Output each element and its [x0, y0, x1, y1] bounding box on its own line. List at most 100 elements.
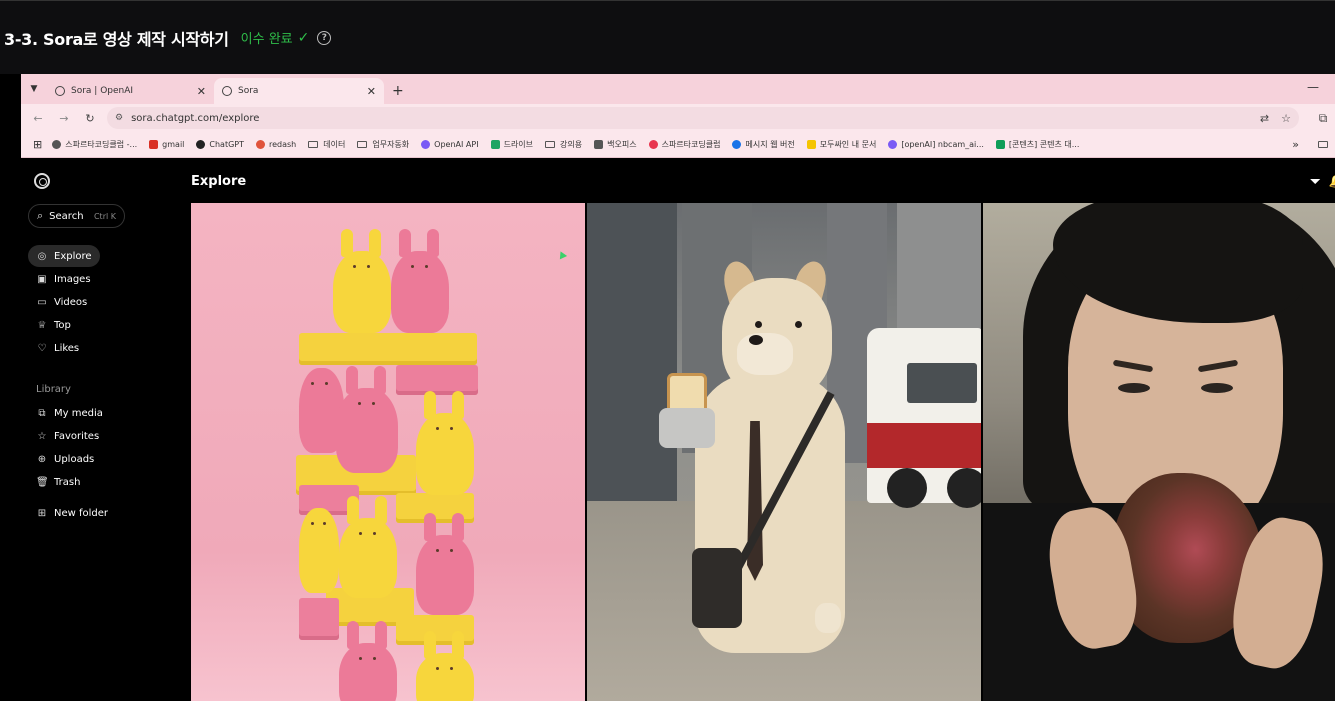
- tab-label: Sora: [238, 86, 259, 96]
- peep-pink: [416, 513, 474, 615]
- help-icon[interactable]: ?: [317, 30, 332, 45]
- bookmark-folder[interactable]: 강의용: [545, 139, 582, 150]
- sidebar-item-trash[interactable]: 🗑 Trash: [28, 471, 88, 493]
- bookmark-item[interactable]: 백오피스: [594, 139, 637, 150]
- filter-icon[interactable]: ⏷: [1310, 174, 1321, 190]
- bookmark-item[interactable]: 모두싸인 내 문서: [806, 139, 876, 150]
- reload-icon[interactable]: ↻: [81, 109, 99, 127]
- sidebar: ⌕ Search Ctrl K ◎ Explore ▣ Images ▭ Vid…: [21, 160, 191, 701]
- bookmark-item[interactable]: 스파르타코딩클럽: [648, 139, 720, 150]
- back-icon[interactable]: ←: [29, 109, 47, 127]
- bookmark-item[interactable]: OpenAI API: [421, 140, 479, 149]
- sidebar-item-images[interactable]: ▣ Images: [28, 268, 99, 290]
- search-button[interactable]: ⌕ Search Ctrl K: [28, 204, 125, 228]
- bookmark-star-icon[interactable]: ☆: [1281, 112, 1291, 125]
- peep-pink: [339, 621, 397, 701]
- page-title: Explore: [191, 174, 247, 189]
- close-tab-icon[interactable]: ✕: [367, 85, 376, 98]
- forward-icon[interactable]: →: [55, 109, 73, 127]
- sheets-icon: [995, 140, 1005, 149]
- tab-search-icon[interactable]: ▼: [21, 74, 47, 104]
- openai-icon: [421, 140, 431, 149]
- eye: [1118, 383, 1150, 393]
- more-bookmarks-icon[interactable]: »: [1292, 138, 1299, 151]
- peep-pink: [336, 366, 398, 473]
- drive-icon: [490, 140, 500, 149]
- close-tab-icon[interactable]: ✕: [197, 85, 206, 98]
- explore-grid: [191, 203, 1335, 701]
- bookmark-item[interactable]: 드라이브: [490, 139, 533, 150]
- url-text[interactable]: sora.chatgpt.com/explore: [131, 113, 1248, 124]
- sidebar-item-label: Videos: [54, 296, 88, 308]
- sidebar-item-my-media[interactable]: ⧉ My media: [28, 402, 111, 424]
- sidebar-item-label: Explore: [54, 250, 92, 262]
- image-icon: ▣: [37, 273, 47, 285]
- new-folder-label: New folder: [54, 507, 109, 519]
- translate-icon[interactable]: ⇄: [1260, 112, 1269, 125]
- completion-status: 이수 완료 ✓: [240, 28, 310, 48]
- sidebar-item-label: Uploads: [54, 453, 95, 465]
- tab-strip: ▼ Sora | OpenAI ✕ Sora ✕ + —: [21, 74, 1335, 104]
- bookmark-item[interactable]: redash: [256, 140, 296, 149]
- folder-icon: [357, 141, 368, 148]
- dog-eye: [795, 321, 802, 328]
- bookmark-folder[interactable]: 데이터: [308, 139, 345, 150]
- candy-block: [396, 365, 478, 395]
- browser-window: ▼ Sora | OpenAI ✕ Sora ✕ + — ← → ↻ ⚙ sor…: [21, 74, 1335, 701]
- video-icon: ▭: [37, 296, 47, 308]
- notification-bell-icon[interactable]: 🔔: [1329, 174, 1335, 189]
- bookmark-item[interactable]: gmail: [149, 140, 184, 149]
- new-tab-button[interactable]: +: [392, 78, 404, 104]
- building: [587, 203, 677, 523]
- heart-icon: ♡: [37, 342, 47, 354]
- site-info-icon[interactable]: ⚙: [115, 113, 123, 123]
- sidebar-item-likes[interactable]: ♡ Likes: [28, 337, 87, 359]
- tab-sora-openai[interactable]: Sora | OpenAI ✕: [47, 78, 214, 104]
- new-folder-button[interactable]: ⊞ New folder: [28, 502, 116, 524]
- peep-yellow: [416, 391, 474, 495]
- media-tile-peeps[interactable]: [191, 203, 585, 701]
- other-bookmarks-folder-icon[interactable]: [1318, 141, 1328, 148]
- folder-icon: [545, 141, 556, 148]
- sparta-icon: [648, 140, 658, 149]
- peep-yellow: [416, 631, 474, 701]
- compass-icon: ◎: [37, 250, 47, 262]
- candy-block: [299, 333, 477, 365]
- completion-status-label: 이수 완료: [240, 32, 293, 47]
- bookmark-item[interactable]: 메시지 웹 버전: [732, 139, 795, 150]
- shoulder-bag: [692, 548, 742, 628]
- media-tile-dog[interactable]: [587, 203, 981, 701]
- bookmark-item[interactable]: ChatGPT: [196, 140, 244, 149]
- bookmark-item[interactable]: [openAI] nbcam_ai...: [888, 140, 984, 149]
- sidebar-item-favorites[interactable]: ☆ Favorites: [28, 425, 107, 447]
- upload-icon: ⊕: [37, 453, 47, 465]
- peep-yellow: [299, 508, 339, 593]
- sidebar-item-explore[interactable]: ◎ Explore: [28, 245, 100, 267]
- media-icon: ⧉: [38, 407, 46, 419]
- peep-yellow: [333, 229, 391, 333]
- library-heading: Library: [36, 384, 71, 395]
- browser-toolbar: ← → ↻ ⚙ sora.chatgpt.com/explore ⇄ ☆ ⧉: [21, 104, 1335, 132]
- lesson-title: 3-3. Sora로 영상 제작 시작하기: [4, 29, 229, 49]
- address-bar[interactable]: ⚙ sora.chatgpt.com/explore ⇄ ☆: [107, 107, 1299, 129]
- openai-icon: [888, 140, 898, 149]
- dog-nose: [749, 335, 763, 345]
- bookmark-item[interactable]: 스파르타코딩클럽 -...: [52, 139, 137, 150]
- sidebar-item-top[interactable]: ♕ Top: [28, 314, 79, 336]
- sora-favicon-icon: [222, 86, 232, 96]
- bookmark-folder[interactable]: 업무자동화: [357, 139, 409, 150]
- minimize-icon[interactable]: —: [1307, 80, 1319, 94]
- apps-grid-icon[interactable]: ⊞: [33, 138, 42, 151]
- openai-logo-icon[interactable]: [34, 173, 50, 189]
- tab-sora[interactable]: Sora ✕: [214, 78, 384, 104]
- extensions-icon[interactable]: ⧉: [1311, 111, 1335, 126]
- backoffice-icon: [594, 140, 604, 149]
- bookmark-item[interactable]: [콘텐츠] 콘텐츠 대...: [995, 139, 1079, 150]
- search-icon: ⌕: [37, 209, 44, 222]
- sidebar-item-videos[interactable]: ▭ Videos: [28, 291, 95, 313]
- sidebar-item-label: Top: [54, 319, 71, 331]
- media-tile-woman[interactable]: [983, 203, 1335, 701]
- sidebar-item-uploads[interactable]: ⊕ Uploads: [28, 448, 102, 470]
- foil-wrapper: [659, 408, 715, 448]
- trophy-icon: ♕: [37, 319, 47, 331]
